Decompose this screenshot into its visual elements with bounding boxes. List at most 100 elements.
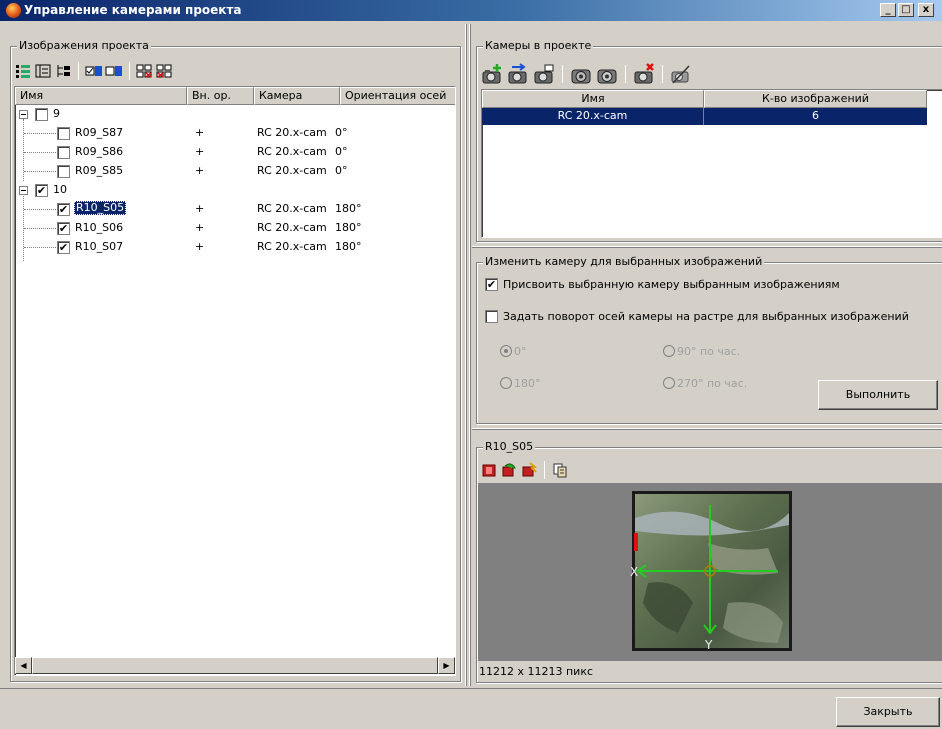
close-button[interactable]: Закрыть (836, 697, 940, 727)
set-rotation-checkbox[interactable] (485, 310, 498, 323)
expand-all-icon[interactable] (14, 62, 32, 80)
image-checkbox[interactable] (57, 146, 70, 159)
group-checkbox[interactable] (35, 108, 48, 121)
camera-column-count[interactable]: К-во изображений (704, 90, 927, 108)
scroll-right-button[interactable]: ▶ (438, 657, 455, 674)
radio-rotation-180[interactable]: 180° (500, 377, 541, 391)
group-name: 9 (53, 107, 60, 120)
tree-line (24, 171, 56, 172)
tree-group-row[interactable]: ✔ 10 (15, 181, 455, 200)
vertical-splitter-edge (469, 24, 471, 686)
radio-label: 270° по час. (677, 377, 748, 390)
horizontal-scrollbar[interactable]: ◀ ▶ (15, 657, 455, 674)
image-checkbox[interactable]: ✔ (57, 241, 70, 254)
rotate-right-icon[interactable] (500, 461, 518, 479)
image-preview-area[interactable]: X Y (478, 483, 942, 661)
tree-group-row[interactable]: 9 (15, 105, 455, 124)
tree-image-row[interactable]: ✔ R10_S07 + RC 20.x-cam 180° (15, 238, 455, 257)
tree-image-row[interactable]: ✔ R10_S06 + RC 20.x-cam 180° (15, 219, 455, 238)
radio-button-icon (663, 377, 675, 389)
footer-divider (0, 688, 942, 689)
scroll-thumb[interactable] (32, 657, 438, 674)
camera-column-name[interactable]: Имя (482, 90, 704, 108)
image-size-label: 11212 x 11213 пикс (479, 665, 594, 678)
camera-row-selected[interactable]: RC 20.x-cam 6 (482, 108, 927, 125)
cameras-table[interactable]: Имя К-во изображений RC 20.x-cam 6 (481, 89, 942, 238)
column-name[interactable]: Имя (15, 87, 187, 105)
import-camera-icon[interactable] (506, 62, 530, 86)
image-checkbox[interactable]: ✔ (57, 203, 70, 216)
flip-icon[interactable] (520, 461, 538, 479)
image-inner-orientation: + (195, 221, 205, 234)
tree-line (24, 228, 56, 229)
copy-icon[interactable] (551, 461, 569, 479)
image-camera: RC 20.x-cam (257, 126, 327, 139)
minimize-button[interactable]: _ (880, 3, 896, 17)
group-checkbox[interactable]: ✔ (35, 184, 48, 197)
tree-image-row[interactable]: R09_S86 + RC 20.x-cam 0° (15, 143, 455, 162)
scroll-left-button[interactable]: ◀ (15, 657, 32, 674)
camera-count-cell: 6 (812, 109, 819, 122)
app-icon (6, 3, 21, 18)
maximize-button[interactable]: □ (898, 3, 914, 17)
collapse-group-icon[interactable] (19, 186, 28, 195)
column-inner-orientation[interactable]: Вн. ор. (187, 87, 254, 105)
radio-label: 90° по час. (677, 345, 741, 358)
image-inner-orientation: + (195, 126, 205, 139)
camera-settings-icon[interactable] (595, 62, 619, 86)
toolbar-separator (625, 65, 626, 83)
radio-rotation-270[interactable]: 270° по час. (663, 377, 747, 391)
toolbar-separator (662, 65, 663, 83)
tree-line (24, 133, 56, 134)
horizontal-splitter[interactable] (472, 246, 942, 248)
rotate-left-icon[interactable] (480, 461, 498, 479)
image-axis-orientation: 180° (335, 221, 362, 234)
collapse-group-icon[interactable] (19, 110, 28, 119)
expand-levels-icon[interactable] (54, 62, 72, 80)
image-checkbox[interactable] (57, 165, 70, 178)
tree-image-row[interactable]: R09_S87 + RC 20.x-cam 0° (15, 124, 455, 143)
image-camera: RC 20.x-cam (257, 164, 327, 177)
set-rotation-label[interactable]: Задать поворот осей камеры на растре для… (503, 310, 909, 324)
vertical-splitter[interactable] (465, 24, 467, 686)
group-name: 10 (53, 183, 67, 196)
tree-image-row[interactable]: ✔ R10_S05 + RC 20.x-cam 180° (15, 200, 455, 219)
image-name: R10_S06 (75, 221, 124, 234)
add-camera-icon[interactable] (480, 62, 504, 86)
radio-rotation-0[interactable]: 0° (500, 345, 527, 359)
radio-label: 0° (514, 345, 527, 358)
tree-line (24, 152, 56, 153)
axis-x-label: X (630, 565, 638, 579)
image-axis-orientation: 0° (335, 126, 348, 139)
images-toolbar (14, 62, 174, 80)
tree-image-row[interactable]: R09_S85 + RC 20.x-cam 0° (15, 162, 455, 181)
camera-properties-icon[interactable] (569, 62, 593, 86)
check-all-icon[interactable] (136, 62, 154, 80)
camera-name-cell: RC 20.x-cam (482, 108, 704, 125)
image-checkbox[interactable] (57, 127, 70, 140)
preview-legend: R10_S05 (483, 440, 536, 454)
axis-y-label: Y (704, 638, 713, 652)
radio-button-icon (500, 377, 512, 389)
select-images-icon[interactable] (85, 62, 103, 80)
delete-camera-icon[interactable] (632, 62, 656, 86)
camera-disable-icon[interactable] (669, 62, 693, 86)
image-checkbox[interactable]: ✔ (57, 222, 70, 235)
horizontal-splitter[interactable] (472, 428, 942, 430)
edit-camera-icon[interactable] (532, 62, 556, 86)
collapse-all-icon[interactable] (34, 62, 52, 80)
execute-button[interactable]: Выполнить (818, 380, 938, 410)
close-window-button[interactable]: x (918, 3, 934, 17)
radio-label: 180° (514, 377, 541, 390)
uncheck-all-icon[interactable] (156, 62, 174, 80)
assign-camera-label[interactable]: Присвоить выбранную камеру выбранным изо… (503, 278, 840, 292)
column-axis-orientation[interactable]: Ориентация осей (340, 87, 455, 105)
images-tree[interactable]: Имя Вн. ор. Камера Ориентация осей 9 R09… (14, 86, 456, 676)
assign-camera-checkbox[interactable]: ✔ (485, 278, 498, 291)
deselect-images-icon[interactable] (105, 62, 123, 80)
radio-rotation-90[interactable]: 90° по час. (663, 345, 740, 359)
radio-button-icon (500, 345, 512, 357)
column-camera[interactable]: Камера (254, 87, 340, 105)
radio-button-icon (663, 345, 675, 357)
image-axis-orientation: 180° (335, 202, 362, 215)
